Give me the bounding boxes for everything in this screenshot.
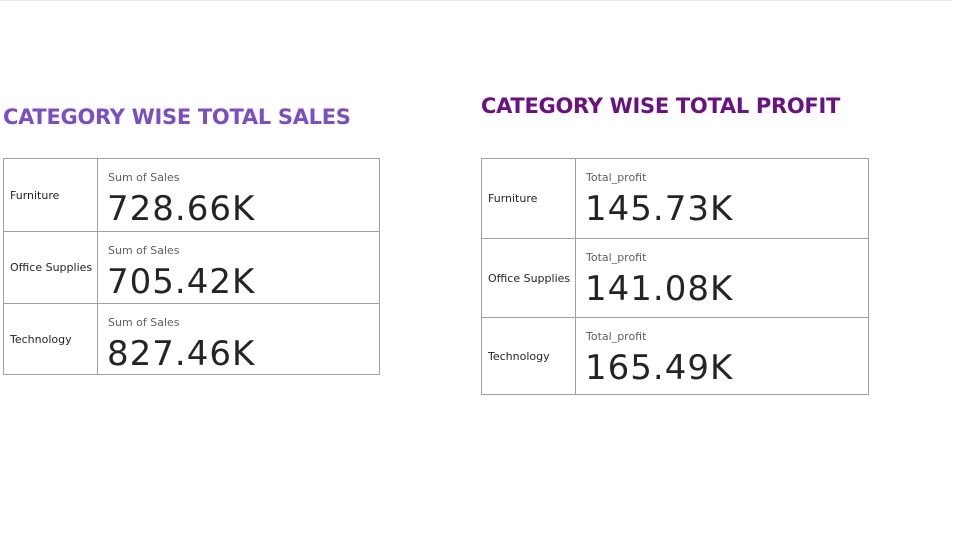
profit-card[interactable]: Total_profit 165.49K	[576, 318, 868, 394]
card-value: 145.73K	[585, 189, 734, 229]
sales-row-office-supplies[interactable]: Office Supplies Sum of Sales 705.42K	[4, 231, 379, 303]
card-value: 827.46K	[107, 334, 256, 374]
category-label: Technology	[4, 304, 98, 374]
sales-multi-row-card[interactable]: Furniture Sum of Sales 728.66K Office Su…	[3, 158, 380, 375]
card-label: Total_profit	[586, 330, 647, 343]
category-label: Furniture	[482, 159, 576, 238]
sales-card[interactable]: Sum of Sales 728.66K	[98, 159, 379, 231]
profit-row-office-supplies[interactable]: Office Supplies Total_profit 141.08K	[482, 238, 868, 317]
card-label: Sum of Sales	[108, 316, 180, 329]
card-value: 705.42K	[107, 262, 256, 302]
card-label: Total_profit	[586, 251, 647, 264]
profit-row-technology[interactable]: Technology Total_profit 165.49K	[482, 317, 868, 394]
category-label: Office Supplies	[482, 239, 576, 317]
sales-visual-title: CATEGORY WISE TOTAL SALES	[3, 105, 351, 129]
profit-card[interactable]: Total_profit 141.08K	[576, 239, 868, 317]
category-label: Office Supplies	[4, 232, 98, 303]
category-label: Technology	[482, 318, 576, 394]
sales-card[interactable]: Sum of Sales 705.42K	[98, 232, 379, 303]
card-label: Sum of Sales	[108, 171, 180, 184]
profit-visual-title: CATEGORY WISE TOTAL PROFIT	[481, 94, 841, 118]
sales-card[interactable]: Sum of Sales 827.46K	[98, 304, 379, 374]
top-divider	[0, 0, 953, 1]
profit-card[interactable]: Total_profit 145.73K	[576, 159, 868, 238]
card-value: 165.49K	[585, 348, 734, 388]
category-label: Furniture	[4, 159, 98, 231]
profit-multi-row-card[interactable]: Furniture Total_profit 145.73K Office Su…	[481, 158, 869, 395]
card-label: Sum of Sales	[108, 244, 180, 257]
card-value: 141.08K	[585, 269, 734, 309]
sales-row-technology[interactable]: Technology Sum of Sales 827.46K	[4, 303, 379, 374]
sales-row-furniture[interactable]: Furniture Sum of Sales 728.66K	[4, 159, 379, 231]
profit-row-furniture[interactable]: Furniture Total_profit 145.73K	[482, 159, 868, 238]
card-value: 728.66K	[107, 189, 256, 229]
card-label: Total_profit	[586, 171, 647, 184]
